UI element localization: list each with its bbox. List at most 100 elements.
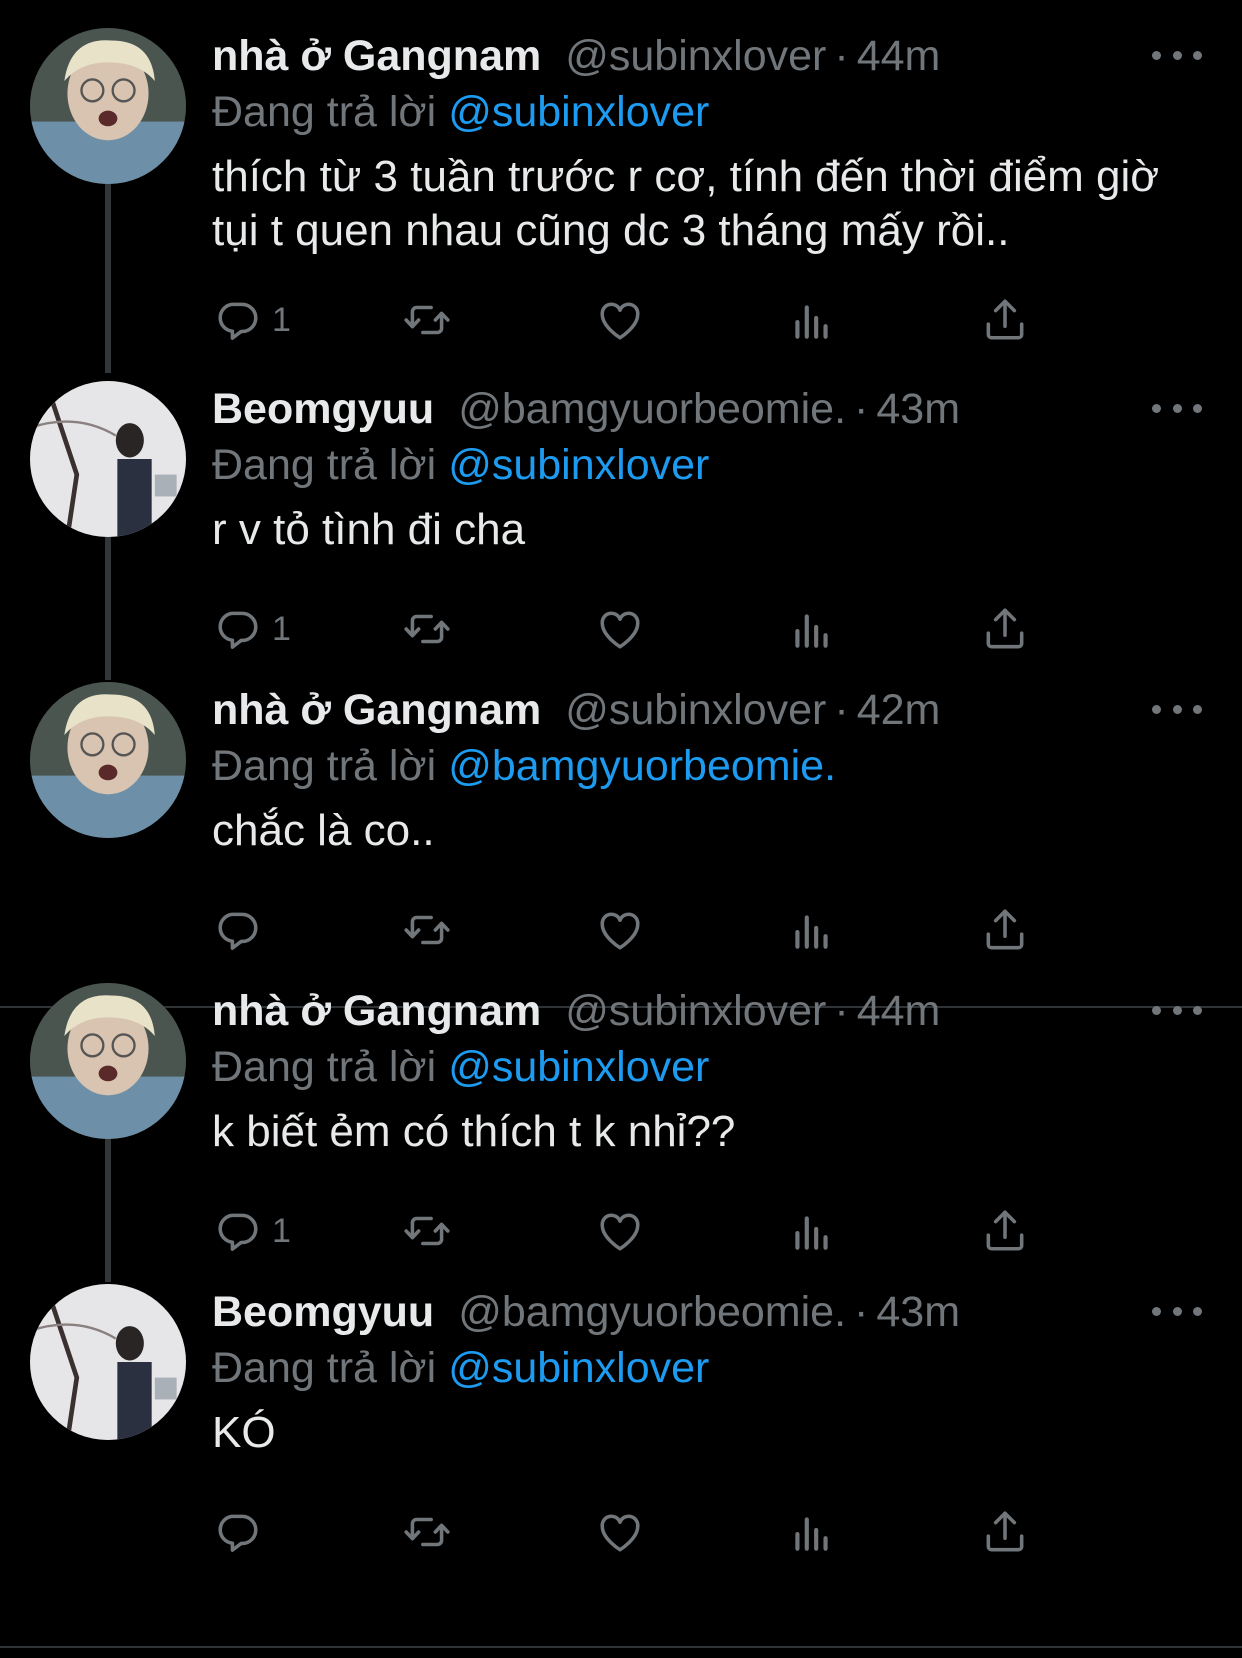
reply-icon (212, 295, 262, 345)
reply-icon (212, 604, 262, 654)
user-handle[interactable]: @bamgyuorbeomie. (458, 385, 846, 433)
tweet[interactable]: Beomgyuu @bamgyuorbeomie. · 43m Đang trả lờ… (0, 1256, 1242, 1574)
action-bar: 1 (212, 603, 1112, 655)
mention-link[interactable]: @subinxlover (448, 1043, 709, 1091)
display-name[interactable]: Beomgyuu (212, 1288, 434, 1336)
user-handle[interactable]: @bamgyuorbeomie. (458, 1288, 846, 1336)
replying-to-label: Đang trả lời (212, 1043, 437, 1091)
timestamp[interactable]: 44m (857, 32, 941, 80)
share-icon (980, 1507, 1030, 1557)
retweet-icon (402, 1507, 452, 1557)
more-icon[interactable] (1152, 995, 1202, 1025)
separator-dot: · (854, 1288, 869, 1336)
replying-to: Đang trả lời @bamgyuorbeomie. (212, 738, 836, 794)
analytics-icon (787, 295, 837, 345)
user-handle[interactable]: @subinxlover (565, 987, 826, 1035)
reply-button[interactable]: 1 (212, 294, 291, 346)
avatar[interactable] (30, 381, 186, 537)
retweet-button[interactable] (402, 1506, 452, 1558)
tweet[interactable]: nhà ở Gangnam @subinxlover · 42m Đang trả l… (0, 654, 1242, 972)
like-button[interactable] (595, 904, 645, 956)
reply-button[interactable]: 1 (212, 603, 291, 655)
action-bar: 1 (212, 1205, 1112, 1257)
analytics-icon (787, 1206, 837, 1256)
share-button[interactable] (980, 1506, 1030, 1558)
tweet-header: nhà ở Gangnam @subinxlover · 44m (212, 28, 940, 84)
retweet-button[interactable] (402, 294, 452, 346)
tweet[interactable]: Beomgyuu @bamgyuorbeomie. · 43m Đang trả lờ… (0, 353, 1242, 671)
more-icon[interactable] (1152, 393, 1202, 423)
share-button[interactable] (980, 294, 1030, 346)
retweet-button[interactable] (402, 603, 452, 655)
like-button[interactable] (595, 294, 645, 346)
reply-button[interactable] (212, 904, 262, 956)
avatar[interactable] (30, 1284, 186, 1440)
replying-to-label: Đang trả lời (212, 88, 437, 136)
mention-link[interactable]: @subinxlover (448, 441, 709, 489)
like-button[interactable] (595, 1506, 645, 1558)
reply-icon (212, 905, 262, 955)
share-button[interactable] (980, 1205, 1030, 1257)
tweet[interactable]: nhà ở Gangnam @subinxlover · 44m Đang trả l… (0, 955, 1242, 1273)
share-icon (980, 905, 1030, 955)
timestamp[interactable]: 44m (857, 987, 941, 1035)
views-button[interactable] (787, 904, 837, 956)
mention-link[interactable]: @bamgyuorbeomie. (448, 742, 836, 790)
avatar[interactable] (30, 682, 186, 838)
reply-icon (212, 1206, 262, 1256)
reply-count: 1 (272, 609, 291, 648)
timestamp[interactable]: 42m (857, 686, 941, 734)
retweet-button[interactable] (402, 904, 452, 956)
timestamp[interactable]: 43m (876, 385, 960, 433)
tweet[interactable]: nhà ở Gangnam @subinxlover · 44m Đang trả l… (0, 0, 1242, 318)
mention-link[interactable]: @subinxlover (448, 1344, 709, 1392)
views-button[interactable] (787, 294, 837, 346)
replying-to: Đang trả lời @subinxlover (212, 1340, 709, 1396)
views-button[interactable] (787, 1205, 837, 1257)
like-button[interactable] (595, 1205, 645, 1257)
reply-icon (212, 1507, 262, 1557)
display-name[interactable]: Beomgyuu (212, 385, 434, 433)
avatar[interactable] (30, 983, 186, 1139)
replying-to: Đang trả lời @subinxlover (212, 437, 709, 493)
user-handle[interactable]: @subinxlover (565, 32, 826, 80)
views-button[interactable] (787, 603, 837, 655)
timestamp[interactable]: 43m (876, 1288, 960, 1336)
retweet-icon (402, 604, 452, 654)
reply-button[interactable] (212, 1506, 262, 1558)
mention-link[interactable]: @subinxlover (448, 88, 709, 136)
like-button[interactable] (595, 603, 645, 655)
action-bar (212, 1506, 1112, 1558)
more-icon[interactable] (1152, 40, 1202, 70)
share-button[interactable] (980, 603, 1030, 655)
user-handle[interactable]: @subinxlover (565, 686, 826, 734)
display-name[interactable]: nhà ở Gangnam (212, 32, 541, 80)
share-icon (980, 604, 1030, 654)
heart-icon (595, 295, 645, 345)
heart-icon (595, 905, 645, 955)
more-icon[interactable] (1152, 1296, 1202, 1326)
tweet-text: r v tỏ tình đi cha (212, 505, 526, 554)
views-button[interactable] (787, 1506, 837, 1558)
reply-count: 1 (272, 1211, 291, 1250)
replying-to: Đang trả lời @subinxlover (212, 1039, 709, 1095)
retweet-icon (402, 905, 452, 955)
tweet-header: Beomgyuu @bamgyuorbeomie. · 43m (212, 381, 960, 437)
separator-dot: · (834, 32, 849, 80)
more-icon[interactable] (1152, 694, 1202, 724)
replying-to: Đang trả lời @subinxlover (212, 84, 709, 140)
separator-dot: · (834, 686, 849, 734)
reply-button[interactable]: 1 (212, 1205, 291, 1257)
thread-feed: nhà ở Gangnam @subinxlover · 44m Đang trả l… (0, 0, 1242, 1658)
avatar[interactable] (30, 28, 186, 184)
separator-dot: · (854, 385, 869, 433)
tweet-text: thích từ 3 tuần trước r cơ, tính đến thờ… (212, 152, 1160, 255)
display-name[interactable]: nhà ở Gangnam (212, 987, 541, 1035)
retweet-button[interactable] (402, 1205, 452, 1257)
tweet-text: chắc là co.. (212, 806, 435, 855)
display-name[interactable]: nhà ở Gangnam (212, 686, 541, 734)
share-button[interactable] (980, 904, 1030, 956)
tweet-header: nhà ở Gangnam @subinxlover · 42m (212, 682, 940, 738)
tweet-header: Beomgyuu @bamgyuorbeomie. · 43m (212, 1284, 960, 1340)
action-bar: 1 (212, 294, 1112, 346)
